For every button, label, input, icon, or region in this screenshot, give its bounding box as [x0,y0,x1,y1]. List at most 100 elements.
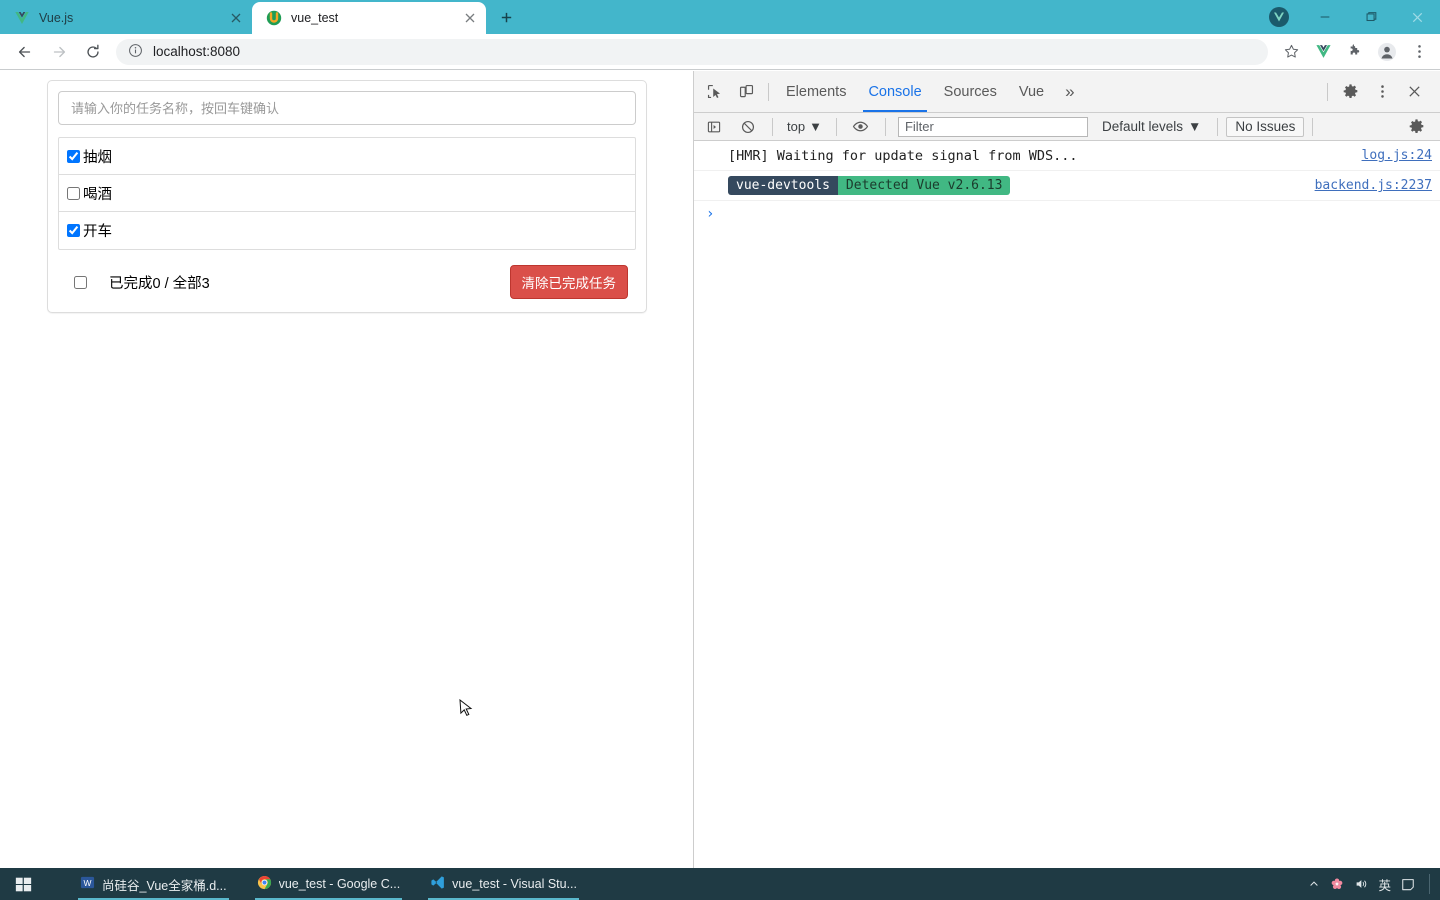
mouse-cursor [459,698,473,719]
console-context-selector[interactable]: top ▼ [781,119,828,134]
live-expression-eye-icon[interactable] [845,112,877,142]
list-item[interactable]: 抽烟 [59,138,635,175]
divider [1312,117,1314,136]
console-filter-input[interactable] [897,116,1088,137]
sogou-logo-icon [266,10,282,26]
inspect-element-icon[interactable] [698,77,730,107]
profile-avatar-icon[interactable] [1372,37,1402,67]
todo-item-label: 开车 [83,224,112,240]
console-log-source[interactable]: backend.js:2237 [1315,178,1432,193]
windows-start-icon[interactable] [0,868,46,900]
clear-console-icon[interactable] [732,112,764,142]
console-badge-value: Detected Vue v2.6.13 [837,176,1011,195]
todo-list: 抽烟 喝酒 开车 [58,137,636,250]
console-prompt-caret: › [706,206,715,222]
browser-window: Vue.js vue_test localhost:8080 请输入你的任务名称… [0,0,1440,900]
console-toolbar: top ▼ Default levels ▼ No Issues [694,113,1440,141]
chevron-up-icon[interactable] [1308,868,1320,900]
console-log-row[interactable]: [HMR] Waiting for update signal from WDS… [694,141,1440,171]
tab-console[interactable]: Console [857,71,932,112]
browser-tab-label: vue_test [291,11,339,25]
info-circle-icon[interactable] [128,43,144,61]
console-levels-selector[interactable]: Default levels ▼ [1094,119,1209,134]
divider [768,82,769,101]
divider [835,117,837,136]
new-tab-button[interactable] [492,3,520,31]
console-settings-gear-icon[interactable] [1400,112,1432,142]
word-icon: W [80,875,95,893]
vue-logo-icon [14,10,30,26]
tab-vue[interactable]: Vue [1008,71,1055,112]
divider [1429,874,1430,894]
todo-input[interactable] [58,91,636,125]
windows-taskbar: W 尚硅谷_Vue全家桶.d... vue_test - Google C...… [0,868,1440,900]
page-viewport: 抽烟 喝酒 开车 已完成0 / 全部3 清除已完成任务 [0,71,693,868]
devtools-tabbar-actions [1321,77,1436,107]
address-bar[interactable]: localhost:8080 [116,38,1268,65]
tab-sources[interactable]: Sources [933,71,1008,112]
console-prompt[interactable]: › [694,201,1440,227]
tab-label: Vue [1018,83,1045,100]
console-levels-label: Default levels [1101,119,1183,134]
console-log-row[interactable]: vue-devtools Detected Vue v2.6.13 backen… [694,171,1440,201]
close-icon[interactable] [462,10,478,26]
chrome-icon [257,875,272,893]
vue-devtools-extension-icon[interactable] [1308,37,1338,67]
tray-flower-icon[interactable] [1330,868,1344,900]
devtools-close-icon[interactable] [1398,77,1430,107]
list-item[interactable]: 开车 [59,212,635,249]
console-log-source[interactable]: log.js:24 [1362,148,1432,163]
tab-label: Sources [943,83,997,100]
chevron-down-icon: ▼ [809,119,822,134]
vscode-icon [430,875,445,893]
action-center-icon[interactable] [1401,868,1415,900]
minimize-icon[interactable] [1302,0,1348,34]
console-sidebar-icon[interactable] [698,112,730,142]
reload-icon[interactable] [76,35,110,69]
chevron-double-right-icon[interactable]: » [1055,71,1084,112]
todo-item-label: 喝酒 [83,186,112,203]
chevron-down-icon: ▼ [1188,119,1202,134]
address-bar-url: localhost:8080 [153,44,241,59]
todo-item-checkbox[interactable] [67,186,80,200]
maximize-icon[interactable] [1348,0,1394,34]
tab-elements[interactable]: Elements [775,71,857,112]
taskbar-item-label: vue_test - Google C... [278,877,401,891]
tab-label: Console [868,83,922,100]
vue-profile-icon[interactable] [1256,0,1302,34]
console-output[interactable]: [HMR] Waiting for update signal from WDS… [694,141,1440,868]
close-icon[interactable] [1394,0,1440,34]
devtools-menu-icon[interactable] [1366,77,1398,107]
window-controls [1256,0,1440,34]
list-item[interactable]: 喝酒 [59,175,635,212]
todo-item-checkbox[interactable] [67,149,80,163]
todo-summary: 已完成0 / 全部3 [109,275,210,292]
chrome-menu-icon[interactable] [1404,37,1434,67]
issues-button[interactable]: No Issues [1226,116,1305,137]
select-all-checkbox[interactable] [74,275,87,289]
browser-tab-vuejs[interactable]: Vue.js [0,2,252,34]
divider [884,117,886,136]
taskbar-item-label: vue_test - Visual Stu... [452,877,578,891]
browser-tab-label: Vue.js [39,11,74,25]
taskbar-item-word[interactable]: W 尚硅谷_Vue全家桶.d... [70,868,237,900]
taskbar-item-chrome[interactable]: vue_test - Google C... [247,868,411,900]
todo-item-checkbox[interactable] [67,224,80,237]
taskbar-item-vscode[interactable]: vue_test - Visual Stu... [420,868,587,900]
tray-language-label[interactable]: 英 [1378,868,1391,900]
todo-footer: 已完成0 / 全部3 清除已完成任务 [58,262,636,302]
console-badge-label: vue-devtools [728,176,838,195]
devtools-panel: Elements Console Sources Vue » top ▼ Fil… [693,71,1440,868]
tab-label: Elements [786,83,847,100]
todo-app: 抽烟 喝酒 开车 已完成0 / 全部3 清除已完成任务 [47,80,647,313]
browser-tab-vue-test[interactable]: vue_test [252,2,486,34]
bookmark-star-icon[interactable] [1276,37,1306,67]
clear-completed-button[interactable]: 清除已完成任务 [509,265,628,299]
back-arrow-icon[interactable] [8,35,42,69]
speaker-icon[interactable] [1354,868,1368,900]
device-toolbar-icon[interactable] [730,77,762,107]
close-icon[interactable] [228,10,244,26]
todo-item-label: 抽烟 [83,149,112,166]
extensions-puzzle-icon[interactable] [1340,37,1370,67]
settings-gear-icon[interactable] [1334,77,1366,107]
